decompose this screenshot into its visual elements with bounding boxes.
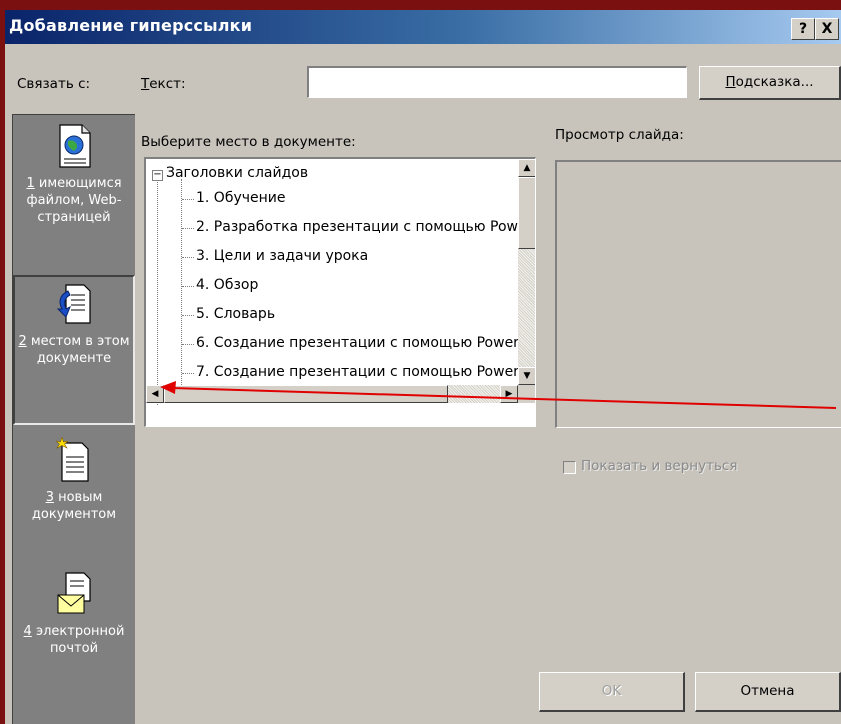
email-icon: [57, 572, 91, 614]
tree-connector: [157, 179, 158, 405]
display-text-input[interactable]: [307, 66, 687, 98]
show-and-return-checkbox[interactable]: [563, 461, 576, 474]
title-bar: Добавление гиперссылки ? X: [5, 10, 841, 44]
tree-branch: [182, 373, 194, 374]
cancel-button-label: Отмена: [740, 683, 795, 699]
web-page-icon: [59, 124, 91, 168]
tree-connector: [181, 179, 182, 401]
tree-item[interactable]: 1. Обучение: [196, 190, 286, 206]
place-new-document-label: 3 новым документом: [31, 490, 117, 522]
select-place-label: Выберите место в документе:: [141, 134, 356, 150]
tree-item[interactable]: 7. Создание презентации с помощью Power: [196, 364, 519, 380]
document-place-tree[interactable]: − Заголовки слайдов 1. Обучение 2. Разра…: [144, 157, 536, 427]
tree-item[interactable]: 4. Обзор: [196, 277, 258, 293]
place-email[interactable]: 4 электронной почтой: [13, 571, 135, 721]
ok-button[interactable]: OK: [539, 672, 685, 712]
ok-button-label: OK: [601, 683, 622, 699]
scroll-up-icon[interactable]: ▲: [518, 159, 535, 177]
place-email-label: 4 электронной почтой: [23, 624, 125, 656]
tree-branch: [182, 228, 194, 229]
screentip-button-label: Подсказка...: [725, 74, 814, 90]
help-button[interactable]: ?: [791, 18, 815, 40]
link-to-label: Связать с:: [17, 76, 91, 92]
tree-item[interactable]: 3. Цели и задачи урока: [196, 248, 368, 264]
slide-preview-pane: [555, 160, 841, 428]
show-and-return-label: Показать и вернуться: [581, 458, 738, 474]
hyperlink-dialog: Добавление гиперссылки ? X Связать с: Те…: [5, 10, 841, 724]
new-document-icon: [55, 437, 89, 482]
tree-branch: [182, 199, 194, 200]
cancel-button[interactable]: Отмена: [695, 672, 841, 712]
tree-branch: [182, 286, 194, 287]
place-this-document-label: 2 местом в этом документе: [18, 334, 130, 366]
document-place-icon: [56, 284, 91, 324]
dialog-title: Добавление гиперссылки: [9, 16, 253, 35]
preview-label: Просмотр слайда:: [555, 127, 684, 143]
place-existing-file-label: 1 имеющимся файлом, Web-страницей: [26, 176, 122, 225]
collapse-icon[interactable]: −: [152, 170, 163, 181]
screentip-button[interactable]: Подсказка...: [699, 66, 841, 100]
scroll-right-icon[interactable]: ▶: [500, 385, 518, 403]
text-label: Текст:: [141, 76, 186, 92]
tree-branch: [182, 344, 194, 345]
close-button[interactable]: X: [815, 18, 839, 40]
place-this-document[interactable]: 2 местом в этом документе: [13, 275, 135, 425]
tree-branch: [182, 257, 194, 258]
tree-branch: [182, 315, 194, 316]
place-existing-file[interactable]: 1 имеющимся файлом, Web-страницей: [13, 123, 135, 271]
tree-root[interactable]: Заголовки слайдов: [166, 165, 308, 181]
places-bar: 1 имеющимся файлом, Web-страницей 2 мест…: [12, 114, 135, 724]
scroll-down-icon[interactable]: ▼: [518, 367, 535, 385]
vertical-scroll-thumb[interactable]: [518, 177, 535, 249]
horizontal-scroll-thumb[interactable]: [164, 385, 448, 403]
tree-item[interactable]: 6. Создание презентации с помощью Power: [196, 335, 519, 351]
scrollbar-corner: [518, 385, 535, 403]
tree-item[interactable]: 5. Словарь: [196, 306, 275, 322]
scroll-left-icon[interactable]: ◀: [146, 385, 164, 403]
tree-item[interactable]: 2. Разработка презентации с помощью Pow: [196, 219, 518, 235]
place-new-document[interactable]: 3 новым документом: [13, 437, 135, 557]
